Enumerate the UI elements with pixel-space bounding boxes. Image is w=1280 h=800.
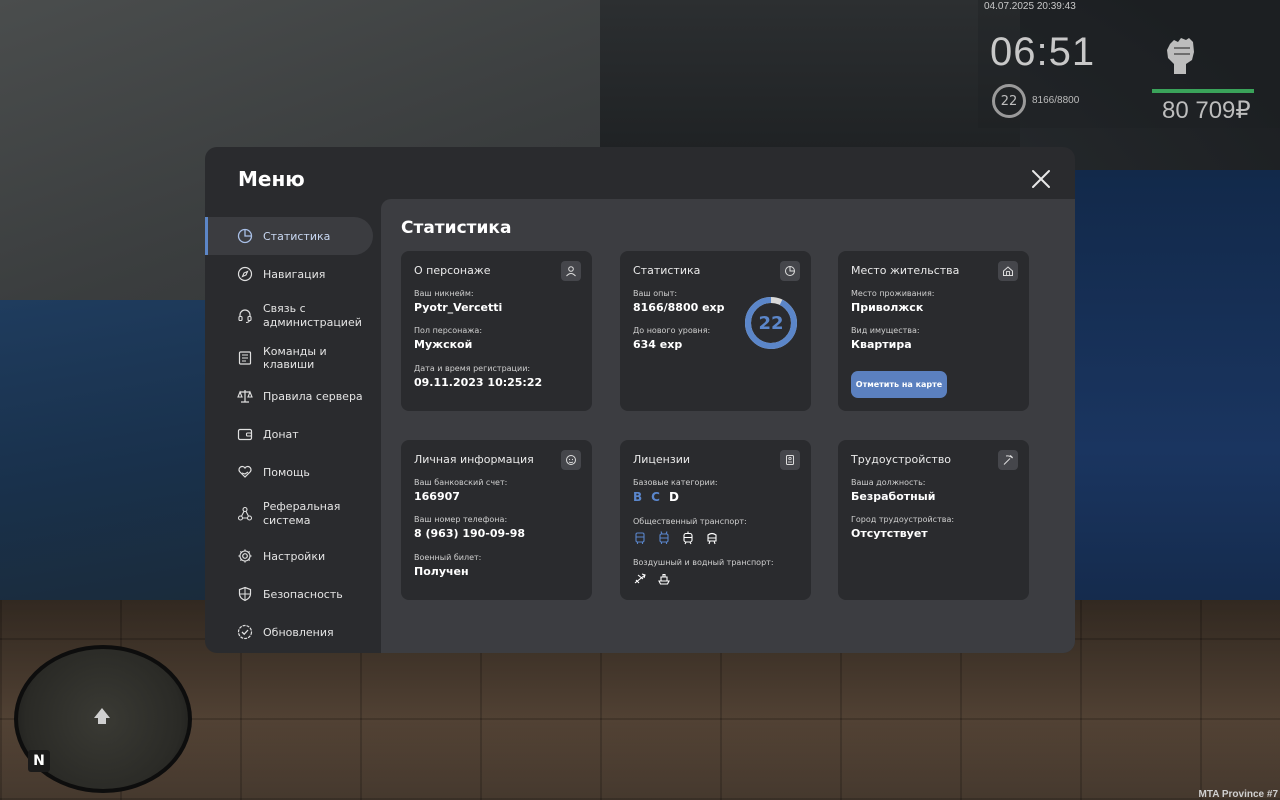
background-door (600, 0, 1020, 150)
hud-exp: 8166/8800 (1032, 95, 1080, 106)
sidebar-item-updates[interactable]: Обновления (205, 613, 381, 651)
wallet-icon (237, 428, 253, 441)
card-stats: Статистика Ваш опыт: 8166/8800 exp До но… (620, 251, 811, 411)
player-marker-icon (94, 708, 110, 724)
level-progress-ring: 22 (743, 295, 799, 351)
compass-icon (237, 266, 253, 282)
field-air-water-transport: Воздушный и водный транспорт: (633, 558, 774, 586)
license-categories: B C D (633, 490, 718, 504)
plane-icon (634, 573, 646, 584)
sidebar-item-commands[interactable]: Команды и клавиши (205, 339, 381, 377)
face-icon (566, 455, 576, 465)
content-title: Статистика (401, 218, 512, 238)
train-icon (707, 532, 717, 545)
field-phone: Ваш номер телефона: 8 (963) 190-09-98 (414, 515, 526, 540)
field-residence-place: Место проживания: Приволжск (851, 289, 935, 314)
sidebar-item-navigation[interactable]: Навигация (205, 255, 381, 293)
boat-icon (658, 573, 670, 585)
menu-title: Меню (238, 167, 305, 191)
card-title: Трудоустройство (851, 453, 952, 466)
sidebar: Статистика Навигация Связь с администрац… (205, 217, 381, 651)
field-position: Ваша должность: Безработный (851, 478, 936, 503)
sidebar-item-label: Правила сервера (263, 389, 363, 403)
card-residence: Место жительства Место проживания: Приво… (838, 251, 1029, 411)
user-icon (566, 266, 576, 277)
sidebar-item-help[interactable]: Помощь (205, 453, 381, 491)
shield-icon (238, 586, 252, 602)
hud-money: 80 709₽ (1162, 97, 1251, 124)
compass-north: N (28, 750, 50, 772)
document-icon (238, 351, 252, 365)
sidebar-item-referral[interactable]: Реферальная система (205, 491, 381, 537)
close-icon[interactable] (1029, 167, 1053, 191)
background-pool-left (0, 300, 210, 630)
card-title: Лицензии (633, 453, 691, 466)
card-personal: Личная информация Ваш банковский счет: 1… (401, 440, 592, 600)
chart-icon (785, 266, 795, 276)
hud-level-ring: 22 (992, 84, 1026, 118)
sidebar-item-label: Обновления (263, 625, 334, 639)
sidebar-item-rules[interactable]: Правила сервера (205, 377, 381, 415)
bus-icon (635, 532, 645, 544)
level-number: 22 (758, 312, 784, 334)
field-next-level: До нового уровня: 634 exp (633, 326, 711, 351)
content-area: Статистика О персонаже Ваш никнейм: Pyot… (381, 199, 1075, 653)
card-title: Статистика (633, 264, 701, 277)
mark-on-map-button[interactable]: Отметить на карте (851, 371, 947, 398)
sidebar-item-label: Связь с администрацией (263, 302, 362, 329)
home-icon (1003, 266, 1013, 276)
field-work-city: Город трудоустройства: Отсутствует (851, 515, 955, 540)
card-title: Место жительства (851, 264, 960, 277)
field-public-transport: Общественный транспорт: (633, 517, 747, 545)
card-character: О персонаже Ваш никнейм: Pyotr_Vercetti … (401, 251, 592, 411)
field-gender: Пол персонажа: Мужской (414, 326, 483, 351)
license-category-d: D (668, 490, 679, 504)
sidebar-item-label: Команды и клавиши (263, 345, 327, 371)
sidebar-item-label: Навигация (263, 267, 326, 281)
field-exp: Ваш опыт: 8166/8800 exp (633, 289, 725, 314)
field-registration: Дата и время регистрации: 09.11.2023 10:… (414, 364, 543, 389)
hud-level: 22 (1000, 93, 1018, 109)
sidebar-item-settings[interactable]: Настройки (205, 537, 381, 575)
headset-icon (238, 309, 252, 324)
sidebar-item-admin-contact[interactable]: Связь с администрацией (205, 293, 381, 339)
pickaxe-icon (1003, 455, 1013, 465)
gear-icon (238, 549, 252, 563)
card-title: О персонаже (414, 264, 491, 277)
field-property: Вид имущества: Квартира (851, 326, 920, 351)
id-card-icon (786, 455, 794, 465)
license-category-c: C (651, 490, 660, 504)
pie-chart-icon (237, 228, 253, 244)
card-title: Личная информация (414, 453, 534, 466)
heart-hand-icon (238, 465, 252, 478)
field-nickname: Ваш никнейм: Pyotr_Vercetti (414, 289, 503, 314)
tram-icon (683, 531, 693, 545)
sidebar-item-label: Безопасность (263, 587, 343, 601)
sidebar-item-statistics[interactable]: Статистика (205, 217, 373, 255)
field-base-categories: Базовые категории: B C D (633, 478, 718, 504)
card-employment: Трудоустройство Ваша должность: Безработ… (838, 440, 1029, 600)
sidebar-item-donate[interactable]: Донат (205, 415, 381, 453)
card-licenses: Лицензии Базовые категории: B C D Общест… (620, 440, 811, 600)
sidebar-item-label: Реферальная система (263, 500, 341, 527)
sidebar-item-label: Статистика (263, 229, 331, 243)
field-military: Военный билет: Получен (414, 553, 482, 578)
sidebar-item-label: Донат (263, 427, 299, 441)
hud-clock: 06:51 (990, 30, 1096, 74)
license-category-b: B (633, 490, 643, 504)
scales-icon (237, 390, 253, 403)
check-badge-icon (237, 624, 253, 640)
sidebar-item-label: Настройки (263, 549, 326, 563)
sidebar-item-security[interactable]: Безопасность (205, 575, 381, 613)
server-watermark: MTA Province #7 (1198, 789, 1278, 800)
sidebar-item-label: Помощь (263, 465, 310, 479)
hud-health-bar (1152, 89, 1254, 93)
network-icon (237, 506, 253, 521)
field-bank-account: Ваш банковский счет: 166907 (414, 478, 508, 503)
fist-icon (1167, 38, 1194, 74)
trolleybus-icon (659, 531, 669, 544)
menu-window: Меню Статистика Навигация Связь с админи… (205, 147, 1075, 653)
hud-datetime: 04.07.2025 20:39:43 (984, 1, 1076, 12)
